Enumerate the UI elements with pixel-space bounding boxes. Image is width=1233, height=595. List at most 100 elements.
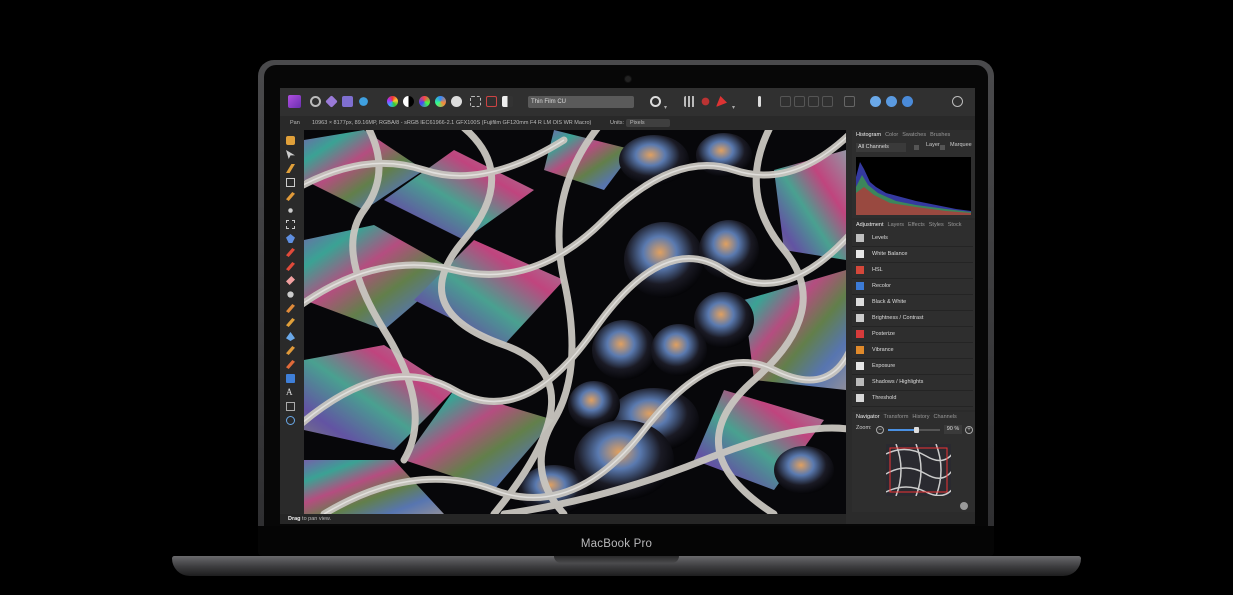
view-split-icon[interactable] <box>886 96 897 107</box>
shadows-highlights-icon <box>856 378 864 386</box>
tab-stock[interactable]: Stock <box>948 222 962 228</box>
develop-persona-icon[interactable] <box>310 96 321 107</box>
marquee-clear-icon[interactable] <box>486 96 497 107</box>
tab-swatches[interactable]: Swatches <box>902 132 926 138</box>
pen-tool-icon[interactable] <box>286 360 295 369</box>
color-replacement-tool-icon[interactable] <box>286 262 295 271</box>
tab-navigator[interactable]: Navigator <box>856 414 880 420</box>
auto-levels-icon[interactable] <box>451 96 462 107</box>
mesh-warp-tool-icon[interactable] <box>286 402 295 411</box>
color-picker-tool-icon[interactable] <box>286 164 295 173</box>
record-macro-icon[interactable] <box>701 97 710 106</box>
channel-select[interactable]: All Channels <box>856 143 906 152</box>
auto-colors-icon[interactable] <box>419 96 430 107</box>
tab-brushes[interactable]: Brushes <box>930 132 950 138</box>
adjustment-item-recolor[interactable]: Recolor <box>852 278 973 295</box>
clone-tool-icon[interactable] <box>286 304 295 313</box>
adjustment-item-shadows-highlights[interactable]: Shadows / Highlights <box>852 374 973 391</box>
erase-tool-icon[interactable] <box>286 276 295 285</box>
white-balance-icon <box>856 250 864 258</box>
auto-white-balance-icon[interactable] <box>435 96 446 107</box>
crop-tool-icon[interactable] <box>286 178 295 187</box>
text-tool-icon[interactable]: A <box>286 388 295 397</box>
adjustment-item-white-balance[interactable]: White Balance <box>852 246 973 263</box>
adjustment-item-exposure[interactable]: Exposure <box>852 358 973 375</box>
color-wheel-icon[interactable] <box>387 96 398 107</box>
histogram-tabs: Histogram Color Swatches Brushes <box>852 130 975 140</box>
adjustment-item-hsl[interactable]: HSL <box>852 262 973 279</box>
zoom-label: Zoom: <box>856 425 872 431</box>
move-tool-icon[interactable] <box>286 150 295 159</box>
adjustment-item-posterize[interactable]: Posterize <box>852 326 973 343</box>
smudge-tool-icon[interactable] <box>286 346 295 355</box>
adjustment-panel: Adjustment Layers Effects Styles Stock Level… <box>852 220 975 410</box>
adjustment-item-vibrance[interactable]: Vibrance <box>852 342 973 359</box>
tab-effects[interactable]: Effects <box>908 222 925 228</box>
align-left-icon[interactable] <box>780 96 791 107</box>
export-persona-icon[interactable] <box>359 97 368 106</box>
selection-mode-icon[interactable] <box>650 96 661 107</box>
marquee-checkbox[interactable] <box>940 145 945 150</box>
adjustment-item-brightness-contrast[interactable]: Brightness / Contrast <box>852 310 973 327</box>
flood-select-tool-icon[interactable] <box>288 208 293 213</box>
adjustment-item-levels[interactable]: Levels <box>852 230 973 247</box>
view-mode-icon[interactable] <box>870 96 881 107</box>
zoom-in-icon[interactable]: + <box>965 426 973 434</box>
zoom-out-icon[interactable]: − <box>876 426 884 434</box>
quick-mask-icon[interactable] <box>502 96 513 107</box>
dodge-tool-icon[interactable] <box>287 291 294 298</box>
marquee-rect-icon[interactable] <box>470 96 481 107</box>
adjustment-item-black-white[interactable]: Black & White <box>852 294 973 311</box>
black-white-icon <box>856 298 864 306</box>
arrange-icon[interactable] <box>822 96 833 107</box>
navigator-thumbnail[interactable] <box>886 444 951 496</box>
tab-history[interactable]: History <box>912 414 929 420</box>
image-canvas[interactable] <box>304 130 846 514</box>
selection-brush-tool-icon[interactable] <box>286 192 295 201</box>
brightness-contrast-icon <box>856 314 864 322</box>
histogram-panel: Histogram Color Swatches Brushes All Channe… <box>852 130 975 218</box>
current-tool-label: Pan <box>290 120 300 126</box>
units-select[interactable]: Pixels <box>626 119 670 127</box>
rectangle-tool-icon[interactable] <box>286 374 295 383</box>
tab-channels[interactable]: Channels <box>934 414 957 420</box>
gear-icon[interactable] <box>960 502 968 510</box>
context-toolbar: Pan 10963 × 8177px, 89.16MP, RGBA/8 - sR… <box>280 116 975 130</box>
flood-fill-tool-icon[interactable] <box>286 234 295 243</box>
levels-icon <box>856 234 864 242</box>
grid-icon[interactable] <box>684 96 695 107</box>
view-mirror-icon[interactable] <box>902 96 913 107</box>
navigator-tabs: Navigator Transform History Channels <box>852 412 975 422</box>
layer-checkbox[interactable] <box>914 145 919 150</box>
zoom-value-field[interactable]: 90 % <box>944 425 962 434</box>
brush-icon[interactable] <box>716 96 727 107</box>
app-logo-icon[interactable] <box>288 95 301 108</box>
tab-styles[interactable]: Styles <box>929 222 944 228</box>
zoom-tool-icon[interactable] <box>286 416 295 425</box>
liquify-persona-icon[interactable] <box>325 95 338 108</box>
adjustment-item-threshold[interactable]: Threshold <box>852 390 973 407</box>
paint-brush-tool-icon[interactable] <box>286 248 295 257</box>
marquee-tool-icon[interactable] <box>286 220 295 229</box>
tone-mapping-persona-icon[interactable] <box>342 96 353 107</box>
align-right-icon[interactable] <box>808 96 819 107</box>
zoom-slider[interactable] <box>888 427 940 433</box>
tab-layers[interactable]: Layers <box>888 222 905 228</box>
tab-color[interactable]: Color <box>885 132 898 138</box>
zoom-slider-handle[interactable] <box>914 427 919 433</box>
chevron-down-icon[interactable]: ▾ <box>664 96 670 111</box>
account-icon[interactable] <box>952 96 963 107</box>
tab-histogram[interactable]: Histogram <box>856 132 881 138</box>
chevron-down-icon[interactable]: ▾ <box>732 96 738 111</box>
zoom-slider-fill <box>888 429 916 431</box>
auto-contrast-icon[interactable] <box>403 96 414 107</box>
blur-tool-icon[interactable] <box>286 332 295 341</box>
snapping-icon[interactable] <box>844 96 855 107</box>
tab-adjustment[interactable]: Adjustment <box>856 222 884 228</box>
document-name-field[interactable]: Thin Film CU <box>528 96 634 108</box>
view-tool-icon[interactable] <box>286 136 295 145</box>
align-center-icon[interactable] <box>794 96 805 107</box>
pen-icon[interactable] <box>758 96 761 107</box>
inpainting-tool-icon[interactable] <box>286 318 295 327</box>
tab-transform[interactable]: Transform <box>884 414 909 420</box>
